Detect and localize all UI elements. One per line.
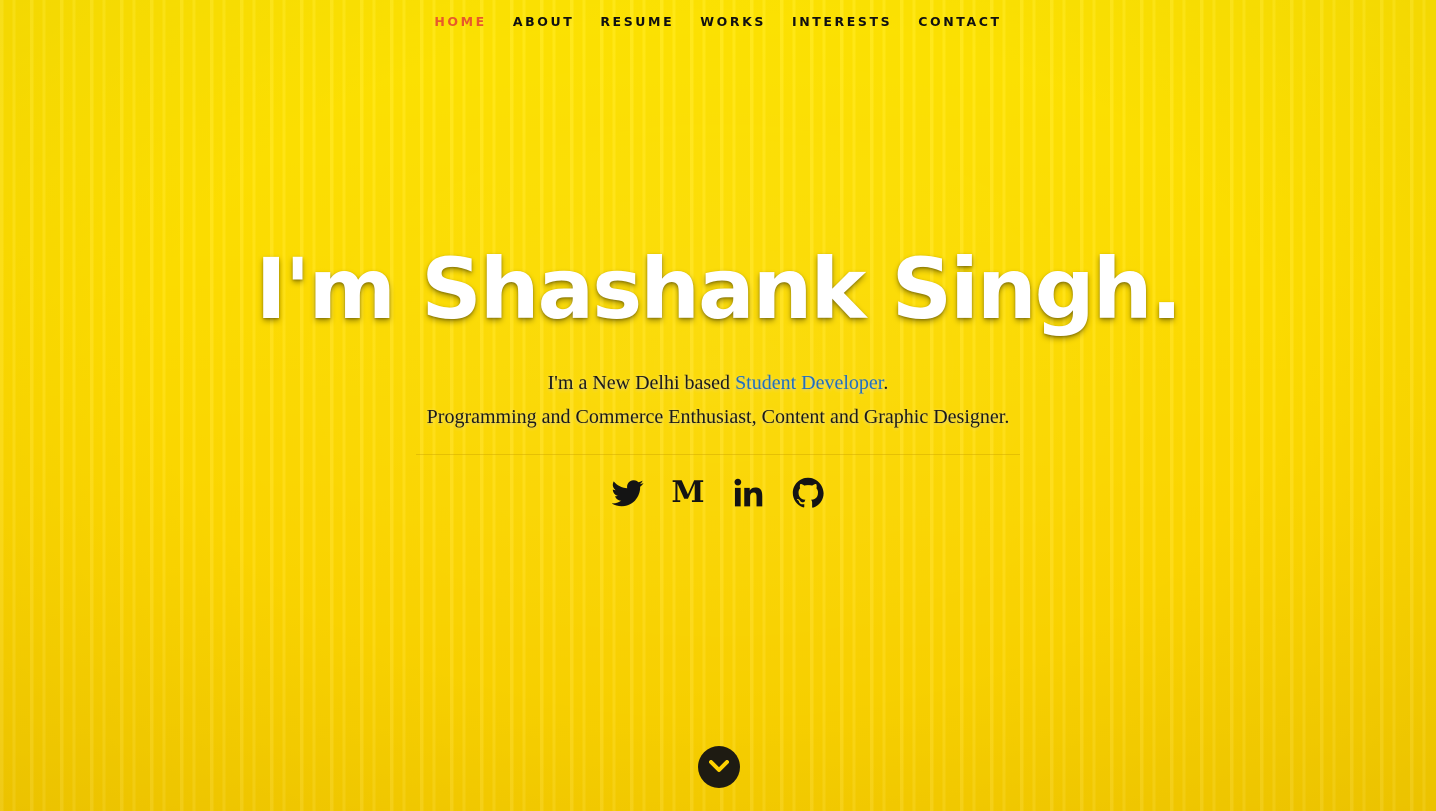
hero-divider [416,454,1020,455]
nav-item-works[interactable]: WORKS [700,14,766,29]
hero-title: I'm Shashank Singh. [255,240,1182,338]
scroll-down-button[interactable] [698,746,740,788]
nav-item-interests[interactable]: INTERESTS [792,14,892,29]
medium-icon: M [671,475,705,510]
nav-item-resume[interactable]: RESUME [600,14,674,29]
twitter-link[interactable] [611,474,645,512]
twitter-icon [612,480,644,507]
github-icon [792,477,824,508]
nav-list: HOME ABOUT RESUME WORKS INTERESTS CONTAC… [421,14,1014,29]
hero-intro-prefix: I'm a New Delhi based [547,372,736,394]
linkedin-link[interactable] [731,474,765,512]
hero-role-highlight: Student Developer [735,372,884,394]
chevron-down-icon [709,760,729,772]
github-link[interactable] [791,474,825,512]
nav-item-about[interactable]: ABOUT [513,14,575,29]
hero-tagline: Programming and Commerce Enthusiast, Con… [426,406,1010,428]
linkedin-icon [734,478,763,507]
hero-intro-suffix: . [883,372,889,394]
nav-item-home[interactable]: HOME [434,14,486,29]
medium-link[interactable]: M [671,474,705,512]
top-navigation: HOME ABOUT RESUME WORKS INTERESTS CONTAC… [0,0,1436,42]
hero-intro: I'm a New Delhi based Student Developer. [0,372,1436,395]
nav-item-contact[interactable]: CONTACT [918,14,1001,29]
social-links: M [0,474,1436,512]
